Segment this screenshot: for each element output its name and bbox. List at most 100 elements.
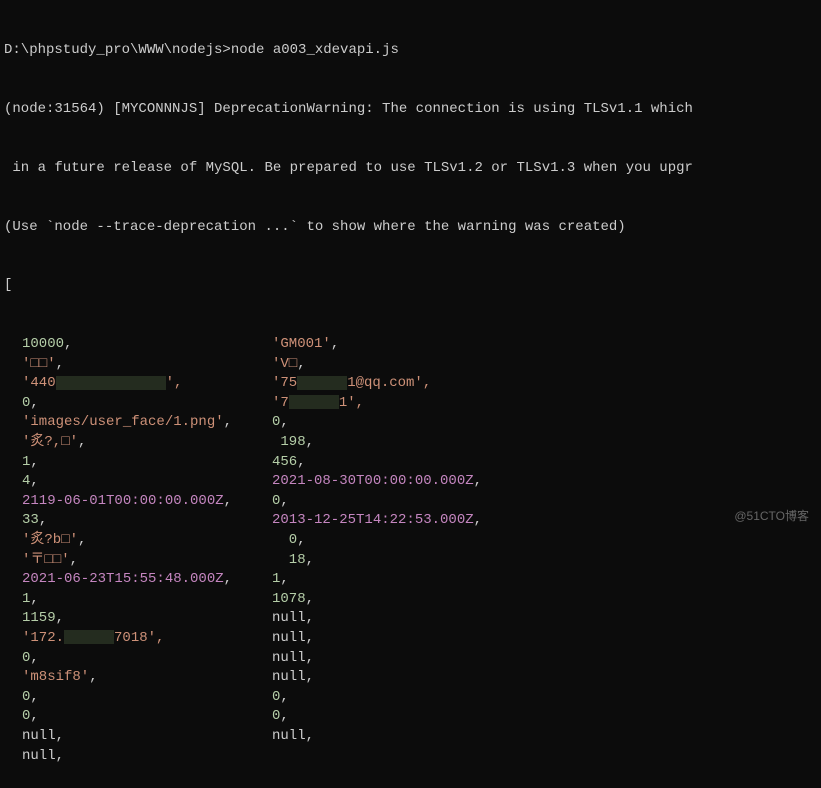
output-cell: '440', (22, 374, 272, 394)
output-row: 1159,null, (4, 609, 817, 629)
command-text: node a003_xdevapi.js (231, 42, 399, 58)
value-nul: null (272, 610, 306, 626)
value-str: '〒□□' (22, 552, 70, 568)
output-cell: '〒□□', (22, 551, 272, 571)
output-row: 0,0, (4, 688, 817, 708)
value-num: 1 (272, 571, 280, 587)
value-num: 1078 (272, 591, 306, 607)
value-num: 456 (272, 454, 297, 470)
output-row: '440','751@qq.com', (4, 374, 817, 394)
output-cell: null, (272, 649, 817, 669)
value-num: 1159 (22, 610, 56, 626)
watermark: @51CTO博客 (734, 508, 809, 525)
output-rows: 10000,'GM001','□□','V□,'440','751@qq.com… (4, 335, 817, 766)
value-str: 'V□ (272, 356, 297, 372)
output-cell: 4, (22, 472, 272, 492)
output-row: '〒□□', 18, (4, 551, 817, 571)
output-row: null, (4, 747, 817, 767)
value-date: 2013-12-25T14:22:53.000Z (272, 512, 474, 528)
value-date: 2021-08-30T00:00:00.000Z (272, 473, 474, 489)
output-cell: null, (22, 747, 272, 767)
output-cell: null, (272, 727, 817, 747)
output-row: '□□','V□, (4, 355, 817, 375)
censored-region (289, 395, 339, 409)
value-nul: null (272, 728, 306, 744)
output-cell: null, (272, 609, 817, 629)
output-cell: 0, (22, 688, 272, 708)
value-num: 10000 (22, 336, 64, 352)
value-num: 198 (272, 434, 306, 450)
output-cell: 1, (22, 590, 272, 610)
value-str: '炙?,□' (22, 434, 78, 450)
output-cell: 1159, (22, 609, 272, 629)
value-nul: null (272, 630, 306, 646)
value-str: 'GM001' (272, 336, 331, 352)
output-cell: 33, (22, 511, 272, 531)
value-nul: null (272, 650, 306, 666)
output-row: 2119-06-01T00:00:00.000Z,0, (4, 492, 817, 512)
output-row: 4,2021-08-30T00:00:00.000Z, (4, 472, 817, 492)
value-date: 2021-06-23T15:55:48.000Z (22, 571, 224, 587)
output-row: 1,1078, (4, 590, 817, 610)
output-cell: 0, (272, 688, 817, 708)
output-cell: 18, (272, 551, 817, 571)
output-row: 10000,'GM001', (4, 335, 817, 355)
value-num: 0 (272, 532, 297, 548)
value-date: 2119-06-01T00:00:00.000Z (22, 493, 224, 509)
output-cell: 1, (22, 453, 272, 473)
output-cell: null, (272, 629, 817, 649)
output-cell: 0, (272, 707, 817, 727)
output-row: 0,0, (4, 707, 817, 727)
output-row: 'm8sif8',null, (4, 668, 817, 688)
output-cell: 0, (22, 394, 272, 414)
output-cell: 'm8sif8', (22, 668, 272, 688)
output-cell: 0, (272, 413, 817, 433)
output-row: 0,null, (4, 649, 817, 669)
output-row: 'images/user_face/1.png',0, (4, 413, 817, 433)
censored-region (297, 376, 347, 390)
output-row: null,null, (4, 727, 817, 747)
output-row: '172.7018',null, (4, 629, 817, 649)
value-num: 0 (22, 650, 30, 666)
value-num: 1 (22, 591, 30, 607)
value-num: 0 (22, 689, 30, 705)
output-cell: 1, (272, 570, 817, 590)
terminal-output[interactable]: D:\phpstudy_pro\WWW\nodejs>node a003_xde… (0, 0, 821, 788)
value-nul: null (22, 748, 56, 764)
output-cell: 2021-06-23T15:55:48.000Z, (22, 570, 272, 590)
value-num: 0 (272, 708, 280, 724)
output-cell: '71', (272, 394, 817, 414)
value-nul: null (272, 669, 306, 685)
array-open-bracket: [ (4, 276, 817, 296)
output-cell: 10000, (22, 335, 272, 355)
output-cell: 'images/user_face/1.png', (22, 413, 272, 433)
output-cell: null, (22, 727, 272, 747)
value-str: '□□' (22, 356, 56, 372)
value-str: '炙?b□' (22, 532, 78, 548)
output-cell: 'V□, (272, 355, 817, 375)
prompt-path: D:\phpstudy_pro\WWW\nodejs> (4, 42, 231, 58)
command-prompt-line: D:\phpstudy_pro\WWW\nodejs>node a003_xde… (4, 41, 817, 61)
output-row: 2021-06-23T15:55:48.000Z,1, (4, 570, 817, 590)
output-cell: null, (272, 668, 817, 688)
value-num: 33 (22, 512, 39, 528)
output-cell: '□□', (22, 355, 272, 375)
output-cell: 0, (22, 707, 272, 727)
output-cell: '炙?,□', (22, 433, 272, 453)
output-cell: 1078, (272, 590, 817, 610)
output-cell: 2021-08-30T00:00:00.000Z, (272, 472, 817, 492)
warning-line-3: (Use `node --trace-deprecation ...` to s… (4, 218, 817, 238)
output-cell (272, 747, 817, 767)
value-str: '172. (22, 630, 64, 646)
output-cell: 0, (22, 649, 272, 669)
value-num: 18 (272, 552, 306, 568)
output-row: '炙?b□', 0, (4, 531, 817, 551)
value-str: '75 (272, 375, 297, 391)
output-cell: 198, (272, 433, 817, 453)
censored-region (56, 376, 166, 390)
value-str: '7 (272, 395, 289, 411)
output-cell: 2119-06-01T00:00:00.000Z, (22, 492, 272, 512)
warning-line-1: (node:31564) [MYCONNNJS] DeprecationWarn… (4, 100, 817, 120)
value-str: 'images/user_face/1.png' (22, 414, 224, 430)
output-cell: '751@qq.com', (272, 374, 817, 394)
